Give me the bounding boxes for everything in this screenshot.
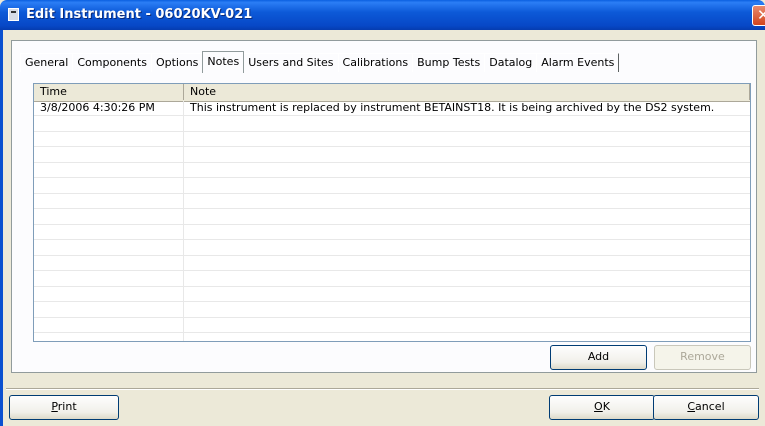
grid-header: Time Note [34,84,750,102]
tab-bump-tests[interactable]: Bump Tests [412,53,486,72]
empty-row [34,287,750,302]
empty-row [34,132,750,147]
note-time-cell: 3/8/2006 4:30:26 PM [40,101,155,114]
add-button[interactable]: Add [550,345,647,370]
separator-line [6,388,759,390]
empty-row [34,241,750,256]
empty-row [34,334,750,342]
tab-datalog[interactable]: Datalog [484,53,538,72]
tab-notes[interactable]: Notes [202,51,245,73]
window-title: Edit Instrument - 06020KV-021 [26,7,253,22]
tab-components[interactable]: Components [72,53,152,72]
tab-calibrations[interactable]: Calibrations [337,53,414,72]
empty-row [34,210,750,225]
ok-button[interactable]: OK [549,395,655,420]
empty-row [34,194,750,209]
empty-row [34,148,750,163]
close-button[interactable]: ✕ [752,5,765,26]
empty-row [34,163,750,178]
remove-button[interactable]: Remove [654,345,751,370]
tab-options[interactable]: Options [150,53,204,72]
tab-users-and-sites[interactable]: Users and Sites [243,53,339,72]
empty-row [34,117,750,132]
empty-row [34,303,750,318]
column-header-time[interactable]: Time [34,84,184,100]
cancel-button[interactable]: Cancel [653,395,759,420]
empty-row [34,318,750,333]
tab-strip: General Components Options Notes Users and S… [20,50,620,73]
column-header-note[interactable]: Note [184,84,750,100]
note-text-cell: This instrument is replaced by instrumen… [190,101,715,114]
empty-row [34,225,750,240]
window-app-icon[interactable] [8,8,19,21]
table-row[interactable]: 3/8/2006 4:30:26 PM This instrument is r… [34,101,750,116]
empty-row [34,272,750,287]
title-bar[interactable]: Edit Instrument - 06020KV-021 ✕ [0,0,765,30]
empty-row [34,179,750,194]
tab-alarm-events[interactable]: Alarm Events [536,53,620,72]
print-button[interactable]: Print [9,395,119,420]
tab-general[interactable]: General [20,53,74,72]
empty-row [34,256,750,271]
notes-grid[interactable]: Time Note 3/8/2006 4:30:26 PM This instr… [33,83,751,342]
